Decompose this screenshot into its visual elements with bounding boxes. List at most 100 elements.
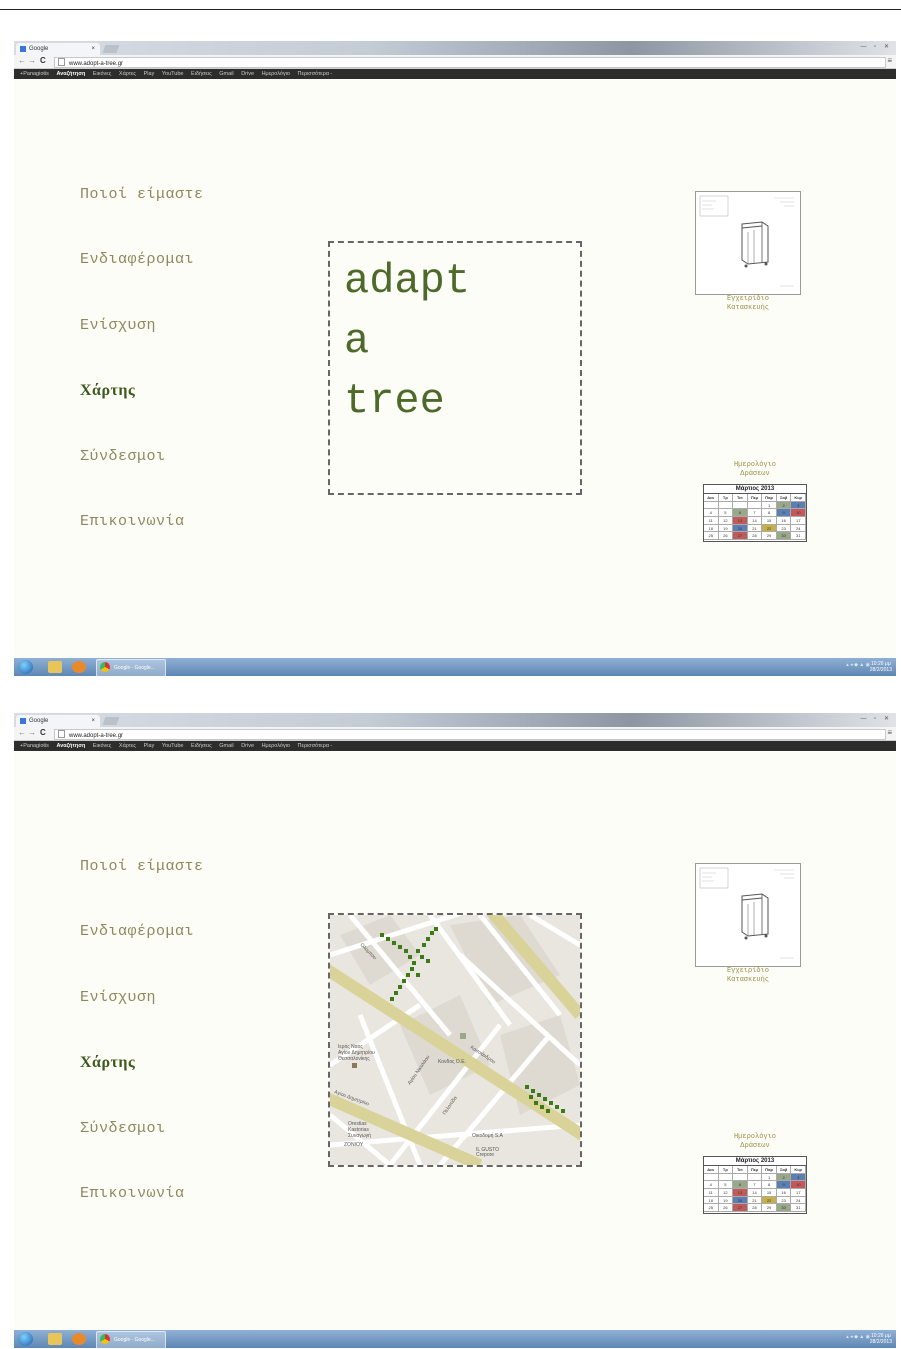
calendar-day[interactable]: 24 <box>791 524 806 533</box>
window-controls[interactable]: — ▫ ✕ <box>861 43 893 50</box>
calendar-day[interactable]: 12 <box>718 517 734 525</box>
gbar-profile[interactable]: +Panagiotis <box>20 71 49 77</box>
tree-map[interactable]: Ιερός Ναός Αγίου Δημητρίου Θεσσαλονίκης … <box>330 915 580 1165</box>
gbar-images[interactable]: Εικόνες <box>93 743 112 749</box>
gbar-gmail[interactable]: Gmail <box>219 743 233 749</box>
gbar-more[interactable]: Περισσότερα - <box>298 71 333 77</box>
explorer-icon[interactable] <box>48 1333 62 1345</box>
gbar-drive[interactable]: Drive <box>241 743 254 749</box>
calendar-day[interactable]: 27 <box>733 532 748 541</box>
calendar-day[interactable]: 24 <box>791 1196 806 1205</box>
calendar-day[interactable]: 1 <box>762 501 777 510</box>
back-icon[interactable]: ← <box>18 728 26 737</box>
calendar-day[interactable]: 5 <box>718 1181 734 1190</box>
calendar-day[interactable]: 10 <box>791 509 806 518</box>
gbar-maps[interactable]: Χάρτες <box>119 743 136 749</box>
window-controls[interactable]: — ▫ ✕ <box>861 715 893 722</box>
calendar-day[interactable]: 14 <box>747 517 763 525</box>
nav-contact[interactable]: Επικοινωνία <box>80 1185 185 1202</box>
calendar-day[interactable]: 27 <box>733 1204 748 1213</box>
calendar-day[interactable]: 30 <box>776 1204 792 1213</box>
taskbar-clock[interactable]: 10:26 μμ 28/2/2013 <box>870 1333 892 1345</box>
nav-who-we-are[interactable]: Ποιοί είμαστε <box>80 186 204 203</box>
system-tray[interactable]: ▴ ◂ ◆ ▲ ◉ <box>846 662 870 668</box>
calendar-day[interactable]: 19 <box>718 524 734 533</box>
forward-icon[interactable]: → <box>28 728 36 737</box>
calendar-day[interactable]: 14 <box>747 1189 763 1197</box>
nav-map[interactable]: Χάρτης <box>80 1054 135 1072</box>
browser-menu-icon[interactable]: ≡ <box>887 56 892 65</box>
gbar-calendar[interactable]: Ημερολόγιο <box>262 71 290 77</box>
calendar-day[interactable]: 21 <box>747 524 763 533</box>
system-tray[interactable]: ▴ ◂ ◆ ▲ ◉ <box>846 1334 870 1340</box>
reload-icon[interactable]: C <box>40 56 46 65</box>
calendar-day[interactable]: 22 <box>762 524 777 533</box>
calendar-day[interactable]: 5 <box>718 509 734 518</box>
calendar-day[interactable]: 18 <box>704 1196 719 1205</box>
nav-links[interactable]: Σύνδεσμοι <box>80 1120 166 1137</box>
media-player-icon[interactable] <box>72 1333 86 1345</box>
gbar-news[interactable]: Ειδήσεις <box>191 71 212 77</box>
calendar-caption[interactable]: Ημερολόγιο Δράσεων <box>702 1133 808 1151</box>
calendar-day[interactable]: 30 <box>776 532 792 541</box>
calendar-day[interactable]: 15 <box>762 1189 777 1197</box>
gbar-play[interactable]: Play <box>144 71 155 77</box>
calendar-day[interactable]: 20 <box>733 524 748 533</box>
calendar-day[interactable]: 22 <box>762 1196 777 1205</box>
nav-interested[interactable]: Ενδιαφέρομαι <box>80 923 194 940</box>
calendar-day[interactable]: 8 <box>762 509 777 518</box>
nav-interested[interactable]: Ενδιαφέρομαι <box>80 251 194 268</box>
taskbar-chrome-task[interactable]: Google - Google... <box>96 659 166 676</box>
calendar-day[interactable]: 8 <box>762 1181 777 1190</box>
nav-map[interactable]: Χάρτης <box>80 382 135 400</box>
calendar-day[interactable]: 6 <box>733 509 748 518</box>
calendar-day[interactable]: 3 <box>791 1173 806 1182</box>
calendar-day[interactable]: 16 <box>776 517 792 525</box>
address-bar[interactable]: www.adopt-a-tree.gr <box>54 57 886 68</box>
taskbar-chrome-task[interactable]: Google - Google... <box>96 1331 166 1348</box>
calendar-day[interactable]: 9 <box>776 1181 792 1190</box>
forward-icon[interactable]: → <box>28 56 36 65</box>
gbar-youtube[interactable]: YouTube <box>162 71 184 77</box>
nav-support[interactable]: Ενίσχυση <box>80 317 156 334</box>
nav-support[interactable]: Ενίσχυση <box>80 989 156 1006</box>
calendar-day[interactable]: 1 <box>762 1173 777 1182</box>
gbar-calendar[interactable]: Ημερολόγιο <box>262 743 290 749</box>
browser-tab[interactable]: Google × <box>16 715 100 727</box>
calendar-day[interactable]: 13 <box>733 1189 748 1197</box>
calendar-day[interactable]: 11 <box>704 517 719 525</box>
calendar-day[interactable]: 4 <box>704 509 719 518</box>
calendar-day[interactable]: 7 <box>747 509 763 518</box>
calendar-day[interactable]: 25 <box>704 1204 719 1213</box>
media-player-icon[interactable] <box>72 661 86 673</box>
browser-tab[interactable]: Google × <box>16 43 100 55</box>
new-tab-button[interactable] <box>102 45 120 53</box>
calendar-day[interactable]: 26 <box>718 1204 734 1213</box>
gbar-gmail[interactable]: Gmail <box>219 71 233 77</box>
events-calendar[interactable]: Μάρτιος 2013 Δευ Τρ Τετ Πεμ Παρ Σαβ Κυρ 1 2 3 4 5 6 7… <box>703 1156 807 1214</box>
calendar-day[interactable]: 28 <box>747 532 763 541</box>
gbar-search[interactable]: Αναζήτηση <box>56 743 85 749</box>
calendar-day[interactable]: 7 <box>747 1181 763 1190</box>
calendar-day[interactable]: 21 <box>747 1196 763 1205</box>
browser-menu-icon[interactable]: ≡ <box>887 728 892 737</box>
gbar-play[interactable]: Play <box>144 743 155 749</box>
gbar-youtube[interactable]: YouTube <box>162 743 184 749</box>
address-bar[interactable]: www.adopt-a-tree.gr <box>54 729 886 740</box>
manual-thumbnail[interactable] <box>695 863 801 967</box>
calendar-day[interactable]: 12 <box>718 1189 734 1197</box>
explorer-icon[interactable] <box>48 661 62 673</box>
calendar-day[interactable]: 16 <box>776 1189 792 1197</box>
calendar-day[interactable]: 3 <box>791 501 806 510</box>
gbar-more[interactable]: Περισσότερα - <box>298 743 333 749</box>
calendar-day[interactable]: 23 <box>776 524 792 533</box>
calendar-day[interactable]: 19 <box>718 1196 734 1205</box>
site-logo[interactable]: adapt a tree <box>344 251 470 431</box>
calendar-day[interactable]: 23 <box>776 1196 792 1205</box>
calendar-day[interactable]: 2 <box>776 1173 792 1182</box>
calendar-day[interactable]: 17 <box>791 517 806 525</box>
calendar-day[interactable]: 13 <box>733 517 748 525</box>
events-calendar[interactable]: Μάρτιος 2013 Δευ Τρ Τετ Πεμ Παρ Σαβ Κυρ 1 2 3 4 5 6 7… <box>703 484 807 542</box>
reload-icon[interactable]: C <box>40 728 46 737</box>
calendar-day[interactable]: 17 <box>791 1189 806 1197</box>
